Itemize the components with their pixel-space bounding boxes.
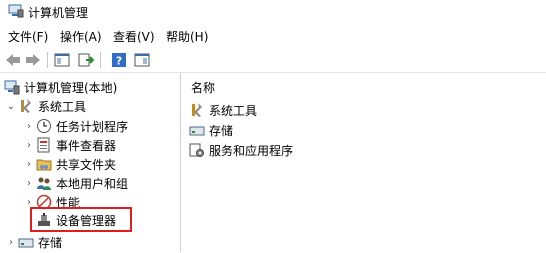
- menu-view[interactable]: 查看(V): [113, 28, 155, 45]
- tools-icon: [189, 102, 205, 118]
- tree-item-local-users-groups[interactable]: › 本地用户和组: [24, 173, 128, 193]
- clock-icon: [36, 118, 52, 134]
- chevron-right-icon[interactable]: ›: [24, 121, 34, 132]
- tree-item-event-viewer[interactable]: › 事件查看器: [24, 135, 116, 155]
- chevron-right-icon[interactable]: ›: [6, 237, 16, 248]
- chevron-right-icon[interactable]: ›: [24, 197, 34, 208]
- device-manager-highlight: [30, 207, 132, 232]
- title-bar: 计算机管理: [0, 0, 546, 24]
- chevron-down-icon[interactable]: ⌄: [6, 101, 16, 112]
- tree-item-label: 事件查看器: [56, 138, 117, 153]
- users-icon: [36, 175, 52, 191]
- list-item-label: 存储: [209, 123, 234, 138]
- tree-item-system-tools[interactable]: ⌄ 系统工具: [6, 96, 86, 116]
- back-icon[interactable]: [4, 51, 22, 69]
- menu-action[interactable]: 操作(A): [60, 28, 102, 45]
- tree-item-label: 任务计划程序: [56, 119, 129, 134]
- tools-icon: [18, 98, 34, 114]
- tree-item-shared-folders[interactable]: › 共享文件夹: [24, 154, 116, 174]
- computer-management-icon: [8, 4, 24, 18]
- list-item[interactable]: 存储: [189, 121, 233, 139]
- chevron-right-icon[interactable]: ›: [24, 140, 34, 151]
- storage-icon: [18, 234, 34, 250]
- chevron-right-icon[interactable]: ›: [24, 159, 34, 170]
- toolbar-separator: [47, 52, 48, 68]
- event-viewer-icon: [36, 137, 52, 153]
- window-title: 计算机管理: [28, 6, 89, 20]
- tree-item-label: 系统工具: [38, 99, 87, 114]
- export-list-icon[interactable]: [77, 51, 95, 69]
- toolbar: ?: [0, 48, 546, 73]
- menu-bar: 文件(F) 操作(A) 查看(V) 帮助(H): [0, 26, 546, 46]
- storage-icon: [189, 122, 205, 138]
- menu-file[interactable]: 文件(F): [8, 28, 48, 45]
- list-item[interactable]: 服务和应用程序: [189, 141, 293, 159]
- forward-icon[interactable]: [24, 51, 42, 69]
- chevron-right-icon[interactable]: ›: [24, 178, 34, 189]
- show-hide-console-tree-icon[interactable]: [53, 51, 71, 69]
- menu-help[interactable]: 帮助(H): [166, 28, 208, 45]
- help-icon[interactable]: ?: [110, 51, 128, 69]
- tree-item-label: 共享文件夹: [56, 157, 117, 172]
- list-item-label: 系统工具: [209, 103, 258, 118]
- details-pane: 名称 系统工具 存储 服务和应用程序: [181, 73, 546, 252]
- toolbar-separator: [100, 52, 101, 68]
- svg-text:?: ?: [116, 55, 122, 68]
- name-column-header[interactable]: 名称: [191, 79, 215, 96]
- tree-item-label: 计算机管理(本地): [24, 80, 118, 95]
- tree-item-label: 存储: [38, 235, 63, 250]
- list-item-label: 服务和应用程序: [209, 143, 294, 158]
- tree-item-computer-management[interactable]: 计算机管理(本地): [4, 77, 117, 97]
- tree-item-label: 本地用户和组: [56, 176, 129, 191]
- tree-item-storage[interactable]: › 存储: [6, 232, 62, 252]
- tree-item-task-scheduler[interactable]: › 任务计划程序: [24, 116, 128, 136]
- computer-management-icon: [4, 79, 20, 95]
- show-hide-action-pane-icon[interactable]: [133, 51, 151, 69]
- shared-folder-icon: [36, 156, 52, 172]
- services-apps-icon: [189, 142, 205, 158]
- list-item[interactable]: 系统工具: [189, 101, 257, 119]
